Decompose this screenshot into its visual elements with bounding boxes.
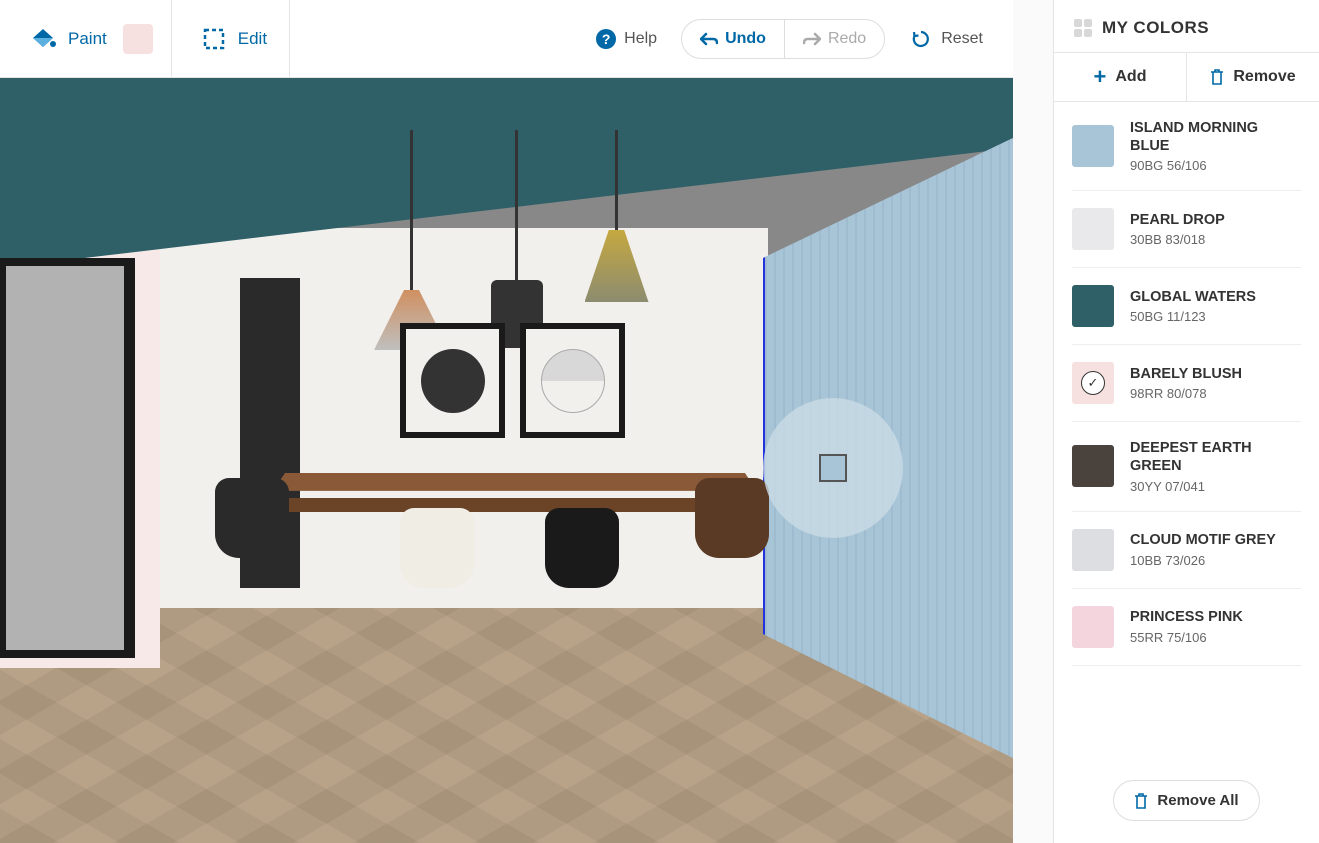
color-swatch (1072, 125, 1114, 167)
paint-label: Paint (68, 29, 107, 49)
color-list: ISLAND MORNING BLUE 90BG 56/106 PEARL DROP… (1054, 102, 1319, 762)
chair (400, 508, 480, 648)
selection-icon (202, 27, 226, 51)
paint-marker-target-icon (819, 454, 847, 482)
pendant-light (515, 130, 518, 280)
undo-redo-group: Undo Redo (681, 19, 885, 59)
room-canvas[interactable] (0, 78, 1013, 843)
paint-bucket-icon (30, 28, 56, 50)
add-color-button[interactable]: + Add (1054, 53, 1187, 101)
redo-button[interactable]: Redo (785, 20, 884, 58)
color-code: 30BB 83/018 (1130, 232, 1225, 247)
chair (215, 478, 295, 618)
color-swatch (1072, 208, 1114, 250)
help-label: Help (624, 30, 657, 48)
plus-icon: + (1094, 70, 1107, 84)
color-name: GLOBAL WATERS (1130, 288, 1256, 306)
trash-icon (1134, 793, 1148, 809)
color-name: BARELY BLUSH (1130, 365, 1242, 383)
help-button[interactable]: ? Help (580, 29, 673, 49)
undo-button[interactable]: Undo (682, 20, 785, 58)
add-label: Add (1115, 68, 1146, 86)
color-item[interactable]: BARELY BLUSH 98RR 80/078 (1072, 345, 1301, 422)
sidebar-tabs: + Add Remove (1054, 52, 1319, 102)
pendant-light (615, 130, 618, 230)
color-swatch (1072, 285, 1114, 327)
color-code: 10BB 73/026 (1130, 553, 1276, 568)
color-item[interactable]: GLOBAL WATERS 50BG 11/123 (1072, 268, 1301, 345)
color-code: 55RR 75/106 (1130, 630, 1243, 645)
redo-icon (803, 32, 821, 46)
dining-table (285, 498, 745, 512)
edit-tool-button[interactable]: Edit (180, 0, 290, 77)
palette-icon (1074, 19, 1092, 37)
wall-art (520, 323, 625, 438)
color-name: ISLAND MORNING BLUE (1130, 119, 1301, 155)
paint-tool-button[interactable]: Paint (12, 0, 172, 77)
redo-label: Redo (828, 30, 866, 48)
undo-icon (700, 32, 718, 46)
chair (545, 508, 625, 648)
color-name: PRINCESS PINK (1130, 608, 1243, 626)
chair (695, 478, 775, 618)
paint-marker[interactable] (763, 398, 903, 538)
wall-art (400, 323, 505, 438)
color-item[interactable]: ISLAND MORNING BLUE 90BG 56/106 (1072, 102, 1301, 191)
color-item[interactable]: PRINCESS PINK 55RR 75/106 (1072, 589, 1301, 666)
color-code: 90BG 56/106 (1130, 158, 1301, 173)
color-swatch (1072, 529, 1114, 571)
color-swatch (1072, 445, 1114, 487)
remove-all-button[interactable]: Remove All (1113, 780, 1259, 821)
remove-color-button[interactable]: Remove (1187, 53, 1319, 101)
pendant-light (410, 130, 413, 290)
color-name: CLOUD MOTIF GREY (1130, 531, 1276, 549)
color-item[interactable]: DEEPEST EARTH GREEN 30YY 07/041 (1072, 422, 1301, 511)
color-swatch (1072, 362, 1114, 404)
color-code: 50BG 11/123 (1130, 309, 1256, 324)
color-swatch (1072, 606, 1114, 648)
help-icon: ? (596, 29, 616, 49)
color-code: 98RR 80/078 (1130, 386, 1242, 401)
remove-label: Remove (1233, 68, 1295, 86)
reset-icon (911, 29, 931, 49)
trash-icon (1210, 69, 1224, 85)
sidebar-title: MY COLORS (1102, 18, 1209, 38)
sidebar: MY COLORS + Add Remove ISLAND MORNING BL… (1053, 0, 1319, 843)
color-item[interactable]: PEARL DROP 30BB 83/018 (1072, 191, 1301, 268)
toolbar: Paint Edit ? Help Undo Redo (0, 0, 1013, 78)
color-name: DEEPEST EARTH GREEN (1130, 439, 1301, 475)
color-name: PEARL DROP (1130, 211, 1225, 229)
dining-table (273, 473, 757, 491)
color-code: 30YY 07/041 (1130, 479, 1301, 494)
color-item[interactable]: CLOUD MOTIF GREY 10BB 73/026 (1072, 512, 1301, 589)
sidebar-header: MY COLORS (1054, 0, 1319, 52)
current-color-swatch[interactable] (123, 24, 153, 54)
undo-label: Undo (725, 30, 766, 48)
remove-all-label: Remove All (1157, 792, 1238, 809)
edit-label: Edit (238, 29, 267, 49)
reset-button[interactable]: Reset (893, 29, 1001, 49)
reset-label: Reset (941, 30, 983, 48)
door-panel (6, 266, 124, 650)
